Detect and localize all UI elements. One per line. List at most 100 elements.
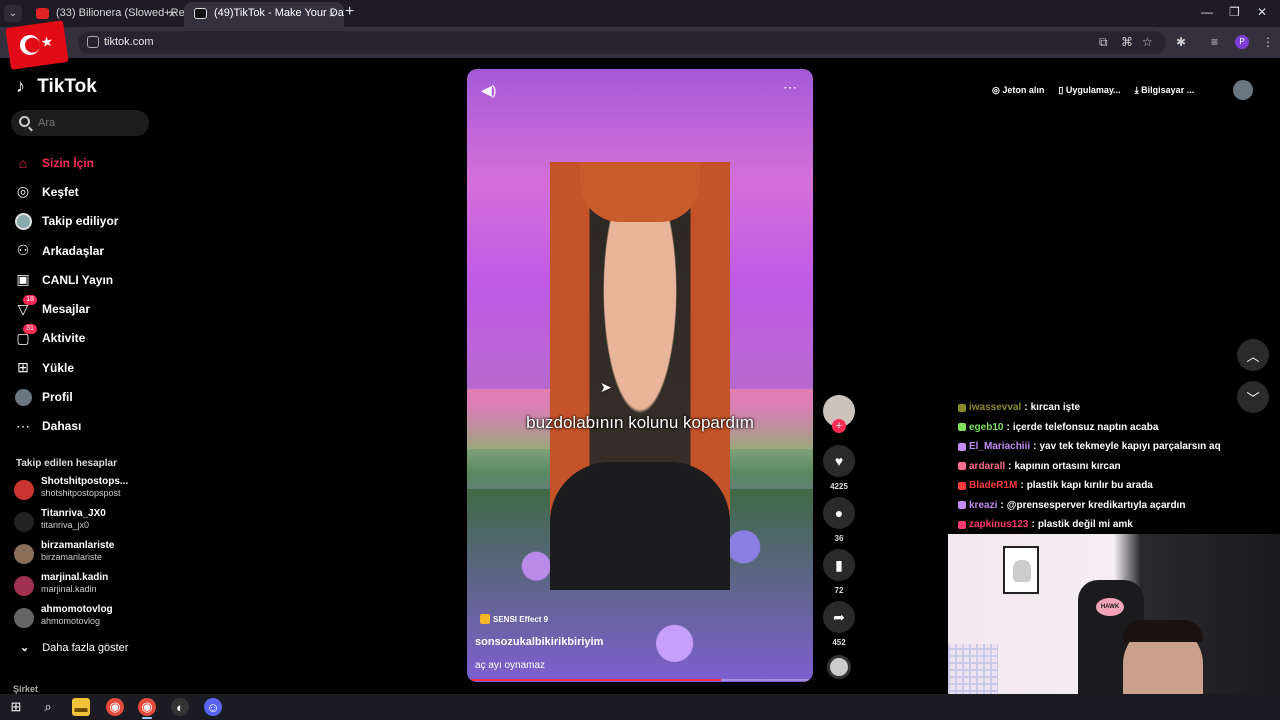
browser-tab-tiktok[interactable]: (49)TikTok - Make Your Day × — [184, 2, 344, 27]
sidebar-item-label: Takip ediliyor — [42, 214, 119, 229]
share-button[interactable]: ➦ — [823, 601, 855, 633]
chat-username: zapkinus123 — [969, 519, 1029, 531]
close-window-icon[interactable]: ✕ — [1257, 5, 1267, 19]
discord-icon[interactable]: ☺ — [204, 698, 222, 716]
more-dots-icon: ⋯ — [16, 417, 30, 434]
header-actions: ◎ Jeton alın ▯ Uygulamay... ⤓ Bilgisayar… — [992, 80, 1194, 100]
crescent-shape — [18, 33, 42, 57]
avatar — [14, 576, 34, 596]
translate-icon[interactable]: ⌘ — [1121, 35, 1133, 49]
sidebar-item-for-you[interactable]: ⌂ Sizin İçin — [14, 148, 154, 177]
video-player[interactable]: buzdolabının kolunu kopardım ◀) ⋯ SENSI … — [467, 69, 813, 682]
chat-badge-icon — [958, 481, 966, 490]
extensions-icon[interactable]: ✱ — [1176, 35, 1186, 49]
followed-account-item[interactable]: Shotshitpostops... shotshitpostopspost — [14, 476, 154, 504]
profile-avatar-icon — [14, 388, 32, 406]
account-name: birzamanlariste — [41, 540, 115, 551]
sidebar-item-profile[interactable]: Profil — [14, 382, 154, 411]
sidebar-item-more[interactable]: ⋯ Dahası — [14, 412, 154, 441]
close-tab-icon[interactable]: × — [328, 2, 336, 25]
music-disc-icon[interactable] — [827, 655, 851, 679]
windows-start-icon[interactable]: ⊞ — [7, 698, 25, 716]
cast-icon[interactable]: ⧉ — [1099, 35, 1108, 50]
upload-icon: ⊞ — [17, 359, 29, 376]
save-button[interactable]: ▮ — [823, 549, 855, 581]
new-tab-button[interactable]: + — [345, 3, 354, 21]
chat-separator: : — [1000, 499, 1004, 511]
chair-logo: HAWK — [1096, 598, 1124, 616]
chat-badge-icon — [958, 501, 966, 510]
video-progress-bar[interactable] — [471, 679, 809, 681]
followed-account-item[interactable]: birzamanlariste birzamanlariste — [14, 540, 154, 568]
sidebar-item-explore[interactable]: ◎ Keşfet — [14, 177, 154, 206]
youtube-icon — [36, 8, 49, 19]
tab-search-button[interactable]: ⌄ — [4, 5, 22, 22]
company-link[interactable]: Şirket — [13, 684, 38, 694]
video-author[interactable]: sonsozukalbikirikbiriyim — [475, 636, 603, 648]
sidebar-item-following[interactable]: Takip ediliyor — [14, 207, 154, 236]
comment-button[interactable]: ● — [823, 497, 855, 529]
get-app-button[interactable]: ▯ Uygulamay... — [1058, 85, 1120, 96]
previous-video-button[interactable]: ︿ — [1237, 339, 1269, 371]
followed-account-item[interactable]: marjinal.kadin marjinal.kadin — [14, 572, 154, 600]
sidebar-item-label: Mesajlar — [42, 302, 91, 317]
restore-icon[interactable]: ❐ — [1229, 5, 1240, 19]
more-options-icon[interactable]: ⋯ — [783, 79, 798, 96]
chrome-icon[interactable]: ◉ — [106, 698, 124, 716]
notification-badge: 31 — [23, 324, 37, 335]
omnibox[interactable] — [78, 31, 1166, 54]
sidebar-item-live[interactable]: ▣ CANLI Yayın — [14, 265, 154, 294]
stream-chat-overlay: iwassevval: kırcan işte egeb10: içerde tele… — [958, 398, 1258, 535]
browser-profile-avatar[interactable]: P — [1235, 35, 1249, 49]
url-text[interactable]: tiktok.com — [104, 36, 154, 48]
close-tab-icon[interactable]: × — [168, 2, 176, 25]
follow-plus-icon[interactable]: + — [832, 419, 846, 433]
chat-message: kreazi: @prensesperver kredikartıyla açar… — [958, 496, 1258, 516]
tab-title: (49)TikTok - Make Your Day — [214, 7, 344, 19]
effect-label: SENSI Effect 9 — [493, 615, 549, 624]
effect-tag[interactable]: SENSI Effect 9 — [480, 614, 548, 624]
sidebar-item-label: Sizin İçin — [42, 155, 95, 170]
get-coins-button[interactable]: ◎ Jeton alın — [992, 85, 1044, 96]
volume-icon[interactable]: ◀) — [481, 82, 496, 99]
sidebar-item-messages[interactable]: ▽ 18 Mesajlar — [14, 294, 154, 323]
chrome-active-icon[interactable]: ◉ — [138, 698, 156, 719]
media-controls-icon[interactable]: ≡ — [1211, 35, 1218, 49]
show-more-button[interactable]: ⌄ Daha fazla göster — [20, 641, 128, 654]
minimize-icon[interactable]: — — [1201, 5, 1213, 19]
chat-badge-icon — [958, 520, 966, 529]
tiktok-logo[interactable]: ♪ TikTok — [16, 76, 97, 98]
search-input[interactable] — [38, 115, 138, 131]
account-handle: shotshitpostopspost — [41, 488, 121, 498]
cat-shape — [1013, 560, 1031, 582]
chevron-up-icon: ︿ — [1246, 348, 1260, 364]
followed-account-item[interactable]: ahmomotovlog ahmomotovlog — [14, 604, 154, 632]
menu-dots-icon[interactable]: ⋮ — [1262, 35, 1274, 49]
comment-icon: ● — [834, 505, 844, 521]
obs-icon[interactable]: ◐ — [171, 698, 189, 716]
search-icon[interactable]: ⌕ — [39, 698, 57, 716]
search-box[interactable] — [11, 110, 149, 136]
star-shape: ★ — [39, 32, 55, 51]
account-handle: ahmomotovlog — [41, 616, 101, 626]
chat-text: kırcan işte — [1030, 402, 1081, 414]
sidebar-item-upload[interactable]: ⊞ Yükle — [14, 353, 154, 382]
bookmark-star-icon[interactable]: ☆ — [1142, 35, 1153, 49]
site-info-icon[interactable] — [87, 36, 99, 48]
turkish-flag-overlay: ★ — [5, 20, 69, 70]
chat-username: kreazi — [969, 499, 998, 511]
user-avatar[interactable] — [1233, 80, 1253, 100]
chat-text: içerde telefonsuz naptın acaba — [1012, 421, 1159, 433]
sidebar-item-friends[interactable]: ⚇ Arkadaşlar — [14, 236, 154, 265]
file-explorer-icon[interactable]: ▬ — [72, 698, 90, 716]
shirt-shape — [550, 462, 730, 590]
sidebar-item-activity[interactable]: ▢ 31 Aktivite — [14, 324, 154, 353]
followed-account-item[interactable]: Titanriva_JX0 titanriva_jx0 — [14, 508, 154, 536]
get-app-label: Uygulamay... — [1065, 84, 1121, 95]
desktop-app-button[interactable]: ⤓ Bilgisayar ... — [1135, 85, 1195, 96]
bookmark-icon: ▮ — [835, 556, 843, 573]
like-button[interactable]: ♥ — [823, 445, 855, 477]
chat-text: kapının ortasını kırcan — [1014, 460, 1121, 472]
like-count: 4225 — [830, 482, 848, 491]
chat-username: BladeR1M — [969, 480, 1018, 492]
